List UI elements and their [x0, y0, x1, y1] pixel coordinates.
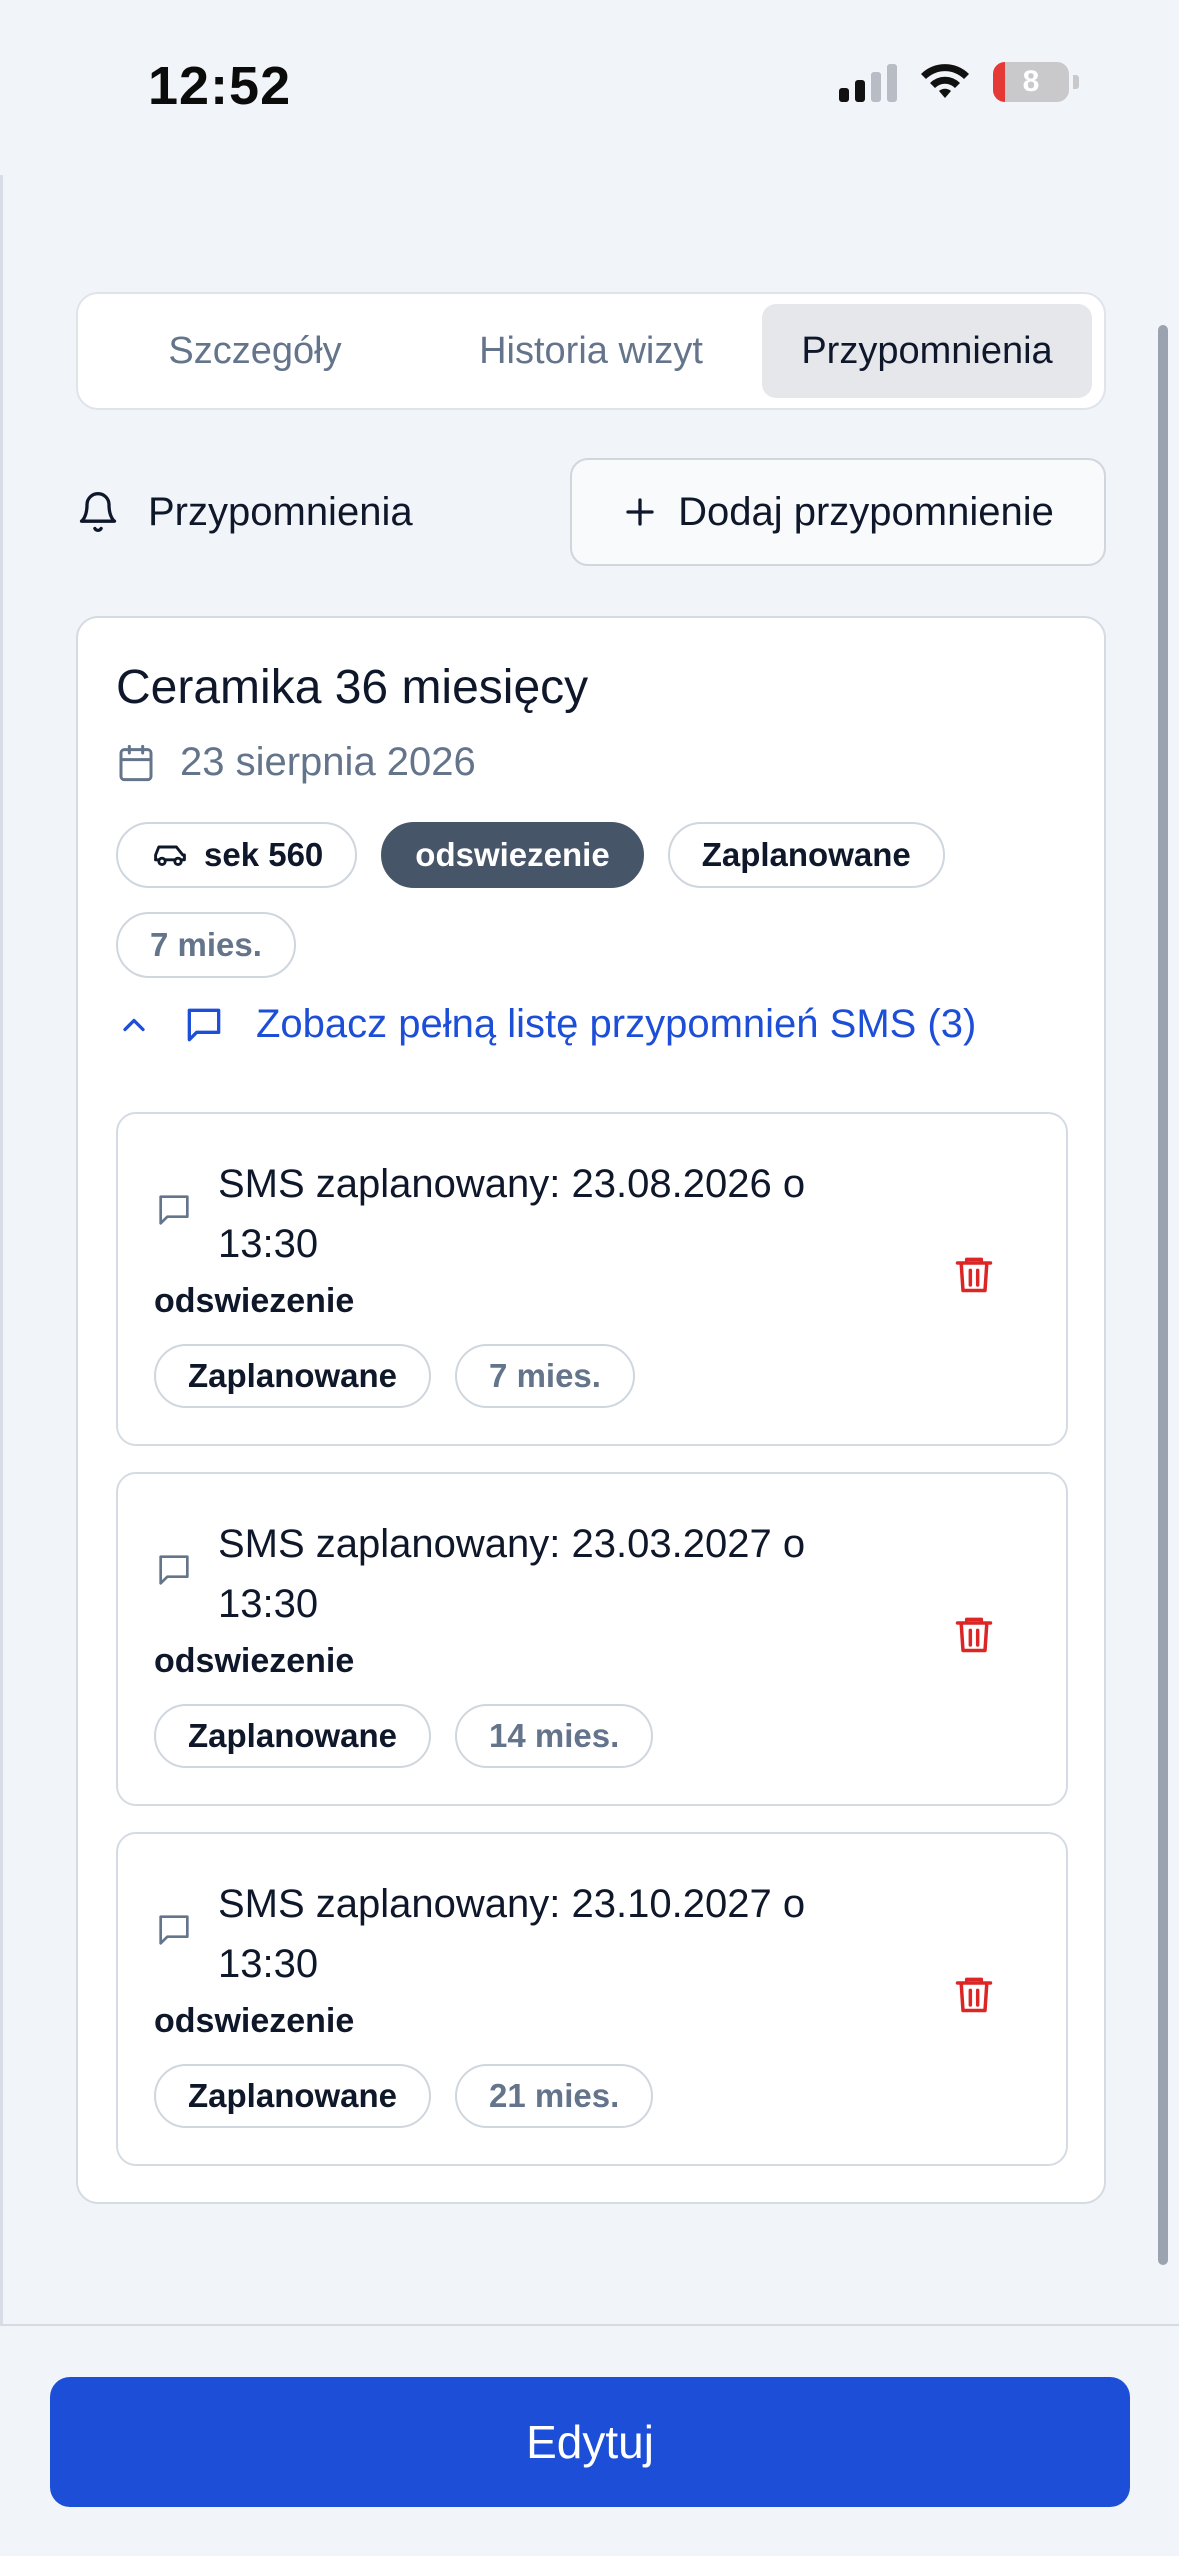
sms-item-type: odswiezenie — [154, 1282, 355, 1320]
sms-item-type: odswiezenie — [154, 1642, 355, 1680]
sms-item-text: SMS zaplanowany: 23.08.2026 o 13:30 — [218, 1162, 806, 1266]
edit-button[interactable]: Edytuj — [50, 2377, 1130, 2507]
sms-list-toggle[interactable]: Zobacz pełną listę przypomnień SMS (3) — [116, 1002, 976, 1047]
reminders-title-label: Przypomnienia — [148, 489, 413, 534]
status-chip: Zaplanowane — [154, 2064, 432, 2128]
status-chip: Zaplanowane — [667, 822, 945, 888]
interval-chip: 7 mies. — [455, 1344, 635, 1408]
interval-chip: 14 mies. — [455, 1704, 654, 1768]
car-chip-label: sek 560 — [204, 836, 324, 873]
status-chip: Zaplanowane — [154, 1344, 432, 1408]
car-chip: sek 560 — [116, 822, 358, 888]
left-divider — [0, 175, 3, 2325]
sms-item-chips: Zaplanowane 14 mies. — [154, 1704, 654, 1768]
bell-icon — [79, 492, 117, 532]
tab-details[interactable]: Szczegóły — [90, 304, 420, 398]
reminder-title: Ceramika 36 miesięcy — [116, 661, 589, 714]
sms-item-chips: Zaplanowane 21 mies. — [154, 2064, 654, 2128]
reminder-date-label: 23 sierpnia 2026 — [180, 740, 476, 784]
sms-item-type: odswiezenie — [154, 2002, 355, 2040]
reminder-card: Ceramika 36 miesięcy 23 sierpnia 2026 se… — [76, 616, 1106, 2204]
trash-icon[interactable] — [952, 1250, 996, 1298]
trash-icon[interactable] — [952, 1610, 996, 1658]
sms-item: SMS zaplanowany: 23.10.2027 o 13:30 odsw… — [116, 1832, 1068, 2166]
sms-item: SMS zaplanowany: 23.08.2026 o 13:30 odsw… — [116, 1112, 1068, 1446]
tab-visit-history[interactable]: Historia wizyt — [426, 304, 756, 398]
status-icons: 8 — [839, 62, 1079, 102]
trash-icon[interactable] — [952, 1970, 996, 2018]
chevron-up-icon — [123, 1018, 145, 1031]
cellular-signal-icon — [839, 62, 897, 102]
type-chip: odswiezenie — [381, 822, 644, 888]
interval-chip: 7 mies. — [116, 912, 296, 978]
sms-list-toggle-label: Zobacz pełną listę przypomnień SMS (3) — [256, 1002, 977, 1046]
battery-icon: 8 — [993, 62, 1069, 102]
sms-item-text: SMS zaplanowany: 23.03.2027 o 13:30 — [218, 1522, 806, 1626]
wifi-icon — [921, 64, 969, 98]
reminder-date: 23 sierpnia 2026 — [116, 740, 476, 785]
status-bar: 12:52 8 — [0, 0, 1179, 175]
status-chip: Zaplanowane — [154, 1704, 432, 1768]
message-icon — [159, 1915, 189, 1945]
battery-level: 8 — [1022, 65, 1040, 98]
reminder-chips: sek 560 odswiezenie Zaplanowane 7 mies. — [116, 822, 1066, 978]
sms-item-chips: Zaplanowane 7 mies. — [154, 1344, 635, 1408]
message-icon — [159, 1195, 189, 1225]
message-icon — [159, 1555, 189, 1585]
message-icon — [187, 1008, 221, 1041]
car-icon — [154, 845, 186, 867]
tab-reminders[interactable]: Przypomnienia — [762, 304, 1092, 398]
reminders-header: Przypomnienia Dodaj przypomnienie — [76, 458, 1106, 568]
scrollbar[interactable] — [1158, 325, 1168, 2265]
bottom-divider — [0, 2324, 1179, 2326]
sms-item: SMS zaplanowany: 23.03.2027 o 13:30 odsw… — [116, 1472, 1068, 1806]
calendar-icon — [119, 744, 153, 781]
add-reminder-label: Dodaj przypomnienie — [678, 489, 1054, 534]
sms-item-text: SMS zaplanowany: 23.10.2027 o 13:30 — [218, 1882, 806, 1986]
status-time: 12:52 — [148, 56, 292, 116]
reminders-title: Przypomnienia — [76, 488, 413, 536]
plus-icon — [626, 498, 654, 526]
tab-bar: Szczegóły Historia wizyt Przypomnienia — [76, 292, 1106, 410]
add-reminder-button[interactable]: Dodaj przypomnienie — [570, 458, 1106, 566]
interval-chip: 21 mies. — [455, 2064, 654, 2128]
